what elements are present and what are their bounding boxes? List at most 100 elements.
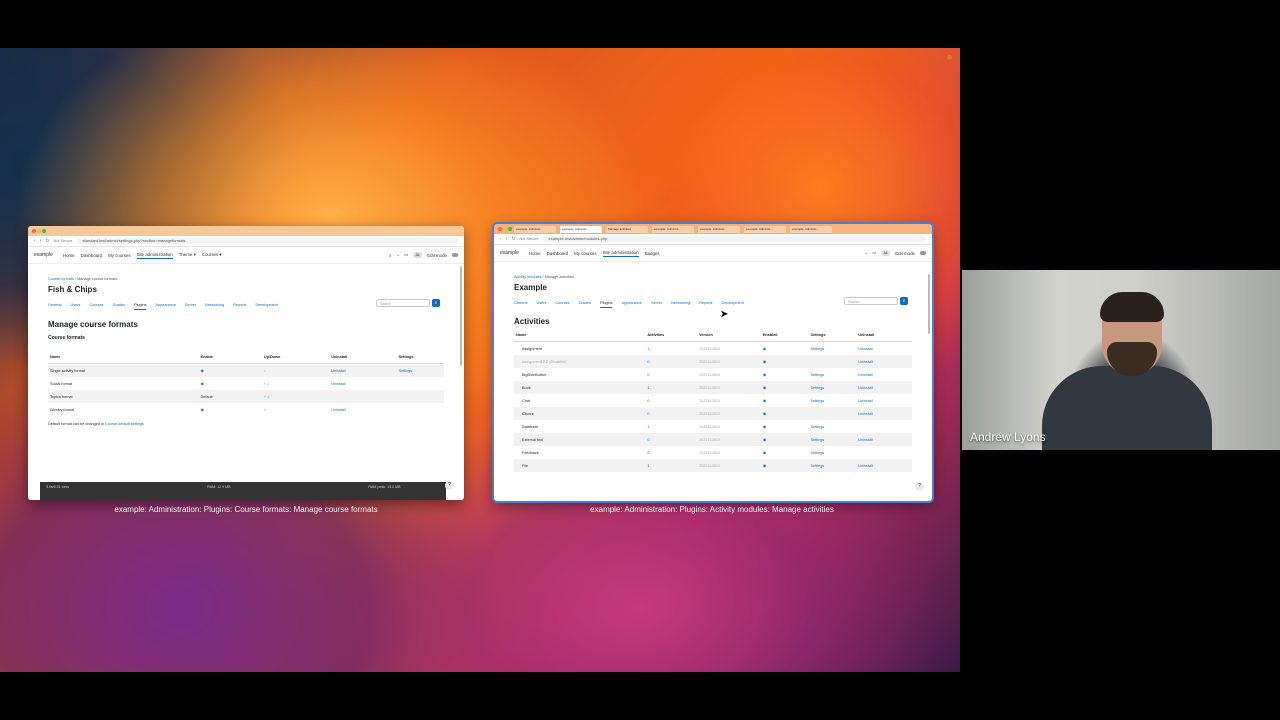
nav-dashboard[interactable]: Dashboard	[547, 251, 568, 256]
uninstall-link[interactable]: Uninstall	[329, 377, 396, 390]
close-window-icon[interactable]	[32, 229, 36, 233]
zoom-window-icon[interactable]	[42, 229, 46, 233]
browser-tab[interactable]: example: Administ...	[744, 225, 786, 233]
tab-courses[interactable]: Courses	[89, 303, 103, 310]
activity-count[interactable]: 0	[645, 368, 697, 381]
uninstall-link[interactable]: Uninstall	[329, 363, 397, 377]
tab-networking[interactable]: Networking	[671, 301, 690, 308]
tab-grades[interactable]: Grades	[579, 301, 591, 308]
updown-arrows[interactable]: ↓	[261, 363, 330, 377]
uninstall-link[interactable]	[329, 390, 397, 403]
notification-bell-icon[interactable]: ◔	[864, 251, 867, 256]
nav-site-administration[interactable]: Site administration	[136, 252, 173, 259]
tab-general[interactable]: General	[48, 303, 62, 310]
uninstall-link[interactable]: Uninstall	[329, 403, 396, 416]
site-brand[interactable]: example	[500, 250, 519, 256]
admin-search-input[interactable]: Search	[844, 297, 898, 305]
tab-reports[interactable]: Reports	[233, 303, 246, 310]
scrollbar[interactable]	[460, 266, 462, 366]
enabled-eye-icon[interactable]: ◉	[760, 459, 809, 472]
browser-tab[interactable]: example: Administ...	[790, 225, 832, 233]
enabled-eye-icon[interactable]: ◉	[761, 342, 809, 356]
footer-help-button[interactable]: ?	[915, 482, 924, 491]
scrollbar[interactable]	[928, 274, 930, 334]
activity-count[interactable]: 1	[645, 420, 697, 433]
settings-link[interactable]: Settings	[808, 446, 856, 459]
tab-grades[interactable]: Grades	[113, 303, 125, 310]
uninstall-link[interactable]: Uninstall	[856, 433, 912, 446]
messages-icon[interactable]: ▭	[404, 252, 408, 258]
tab-users[interactable]: Users	[71, 303, 81, 310]
settings-link[interactable]: Settings	[808, 368, 856, 381]
reload-icon[interactable]: ↻	[511, 236, 515, 242]
nav-badges[interactable]: Badges	[645, 251, 660, 256]
zoom-window-icon[interactable]	[508, 227, 512, 231]
tab-plugins[interactable]: Plugins	[134, 303, 147, 310]
uninstall-link[interactable]	[856, 446, 912, 459]
window-course-formats[interactable]: ‹ › ↻ Not Secure standard.test/admin/set…	[28, 226, 464, 500]
browser-tab[interactable]: example: Administ...	[652, 225, 694, 233]
settings-link[interactable]: Settings	[808, 420, 856, 433]
settings-link[interactable]: Settings	[396, 363, 444, 377]
activity-count[interactable]: 1	[645, 342, 697, 356]
site-brand[interactable]: example	[34, 252, 53, 258]
uninstall-link[interactable]: Uninstall	[856, 407, 912, 420]
uninstall-link[interactable]	[856, 420, 912, 433]
nav-my-courses[interactable]: My courses	[108, 253, 130, 258]
tab-development[interactable]: Development	[255, 303, 277, 310]
enable-eye-icon[interactable]: ◉	[198, 363, 262, 377]
nav-site-administration[interactable]: Site administration	[602, 250, 639, 257]
edit-mode-toggle[interactable]	[452, 253, 458, 257]
minimize-window-icon[interactable]	[503, 227, 507, 231]
nav-home[interactable]: Home	[529, 251, 541, 256]
tab-appearance[interactable]: Appearance	[155, 303, 175, 310]
tab-networking[interactable]: Networking	[205, 303, 224, 310]
avatar[interactable]: AL	[881, 250, 891, 256]
tab-appearance[interactable]: Appearance	[621, 301, 641, 308]
tab-development[interactable]: Development	[721, 301, 743, 308]
search-icon[interactable]: ⌕	[389, 253, 391, 258]
settings-link[interactable]: Settings	[808, 394, 856, 407]
close-window-icon[interactable]	[498, 227, 502, 231]
browser-tab[interactable]: example: Administ...	[698, 225, 740, 233]
course-default-settings-link[interactable]: Course default settings	[105, 422, 144, 426]
back-icon[interactable]: ‹	[34, 238, 36, 244]
uninstall-link[interactable]: Uninstall	[856, 368, 912, 381]
forward-icon[interactable]: ›	[506, 236, 508, 242]
activity-count[interactable]: 0	[645, 394, 697, 407]
enabled-eye-icon[interactable]: ◉	[760, 407, 809, 420]
enable-eye-icon[interactable]: ◉	[198, 377, 261, 390]
back-icon[interactable]: ‹	[500, 236, 502, 242]
settings-link[interactable]: Settings	[808, 433, 857, 446]
enabled-eye-icon[interactable]: ◉	[760, 355, 809, 368]
activity-count[interactable]: 0	[645, 355, 698, 368]
browser-tab[interactable]: example: Administ...	[514, 225, 556, 233]
tab-plugins[interactable]: Plugins	[600, 301, 613, 308]
settings-link[interactable]: Settings	[808, 342, 856, 356]
activity-count[interactable]: 0	[645, 446, 697, 459]
nav-theme[interactable]: Theme ▾	[179, 252, 196, 258]
avatar[interactable]: AL	[413, 252, 423, 258]
url-field[interactable]: standard.test/admin/settings.php?section…	[76, 238, 458, 244]
enabled-eye-icon[interactable]: ◉	[761, 446, 809, 459]
forward-icon[interactable]: ›	[40, 238, 42, 244]
uninstall-link[interactable]: Uninstall	[856, 355, 912, 368]
enabled-eye-icon[interactable]: ◉	[761, 394, 809, 407]
browser-tab-active[interactable]: example: Administ...	[560, 225, 602, 233]
nav-home[interactable]: Home	[63, 253, 75, 258]
notification-bell-icon[interactable]: ◔	[396, 253, 399, 258]
activity-count[interactable]: 0	[645, 433, 698, 446]
nav-my-courses[interactable]: My courses	[574, 251, 596, 256]
url-field[interactable]: example.test/admin/modules.php	[542, 236, 926, 242]
messages-icon[interactable]: ▭	[872, 250, 876, 256]
tab-server[interactable]: Server	[651, 301, 662, 308]
enabled-eye-icon[interactable]: ◉	[761, 368, 809, 381]
enabled-eye-icon[interactable]: ◉	[761, 420, 809, 433]
enabled-eye-icon[interactable]: ◉	[760, 433, 809, 446]
activity-count[interactable]: 0	[645, 407, 698, 420]
tab-reports[interactable]: Reports	[699, 301, 712, 308]
reload-icon[interactable]: ↻	[45, 238, 49, 244]
breadcrumb-course-formats[interactable]: Course formats	[48, 277, 74, 281]
settings-link[interactable]	[396, 377, 444, 390]
settings-link[interactable]: Settings	[808, 381, 857, 394]
